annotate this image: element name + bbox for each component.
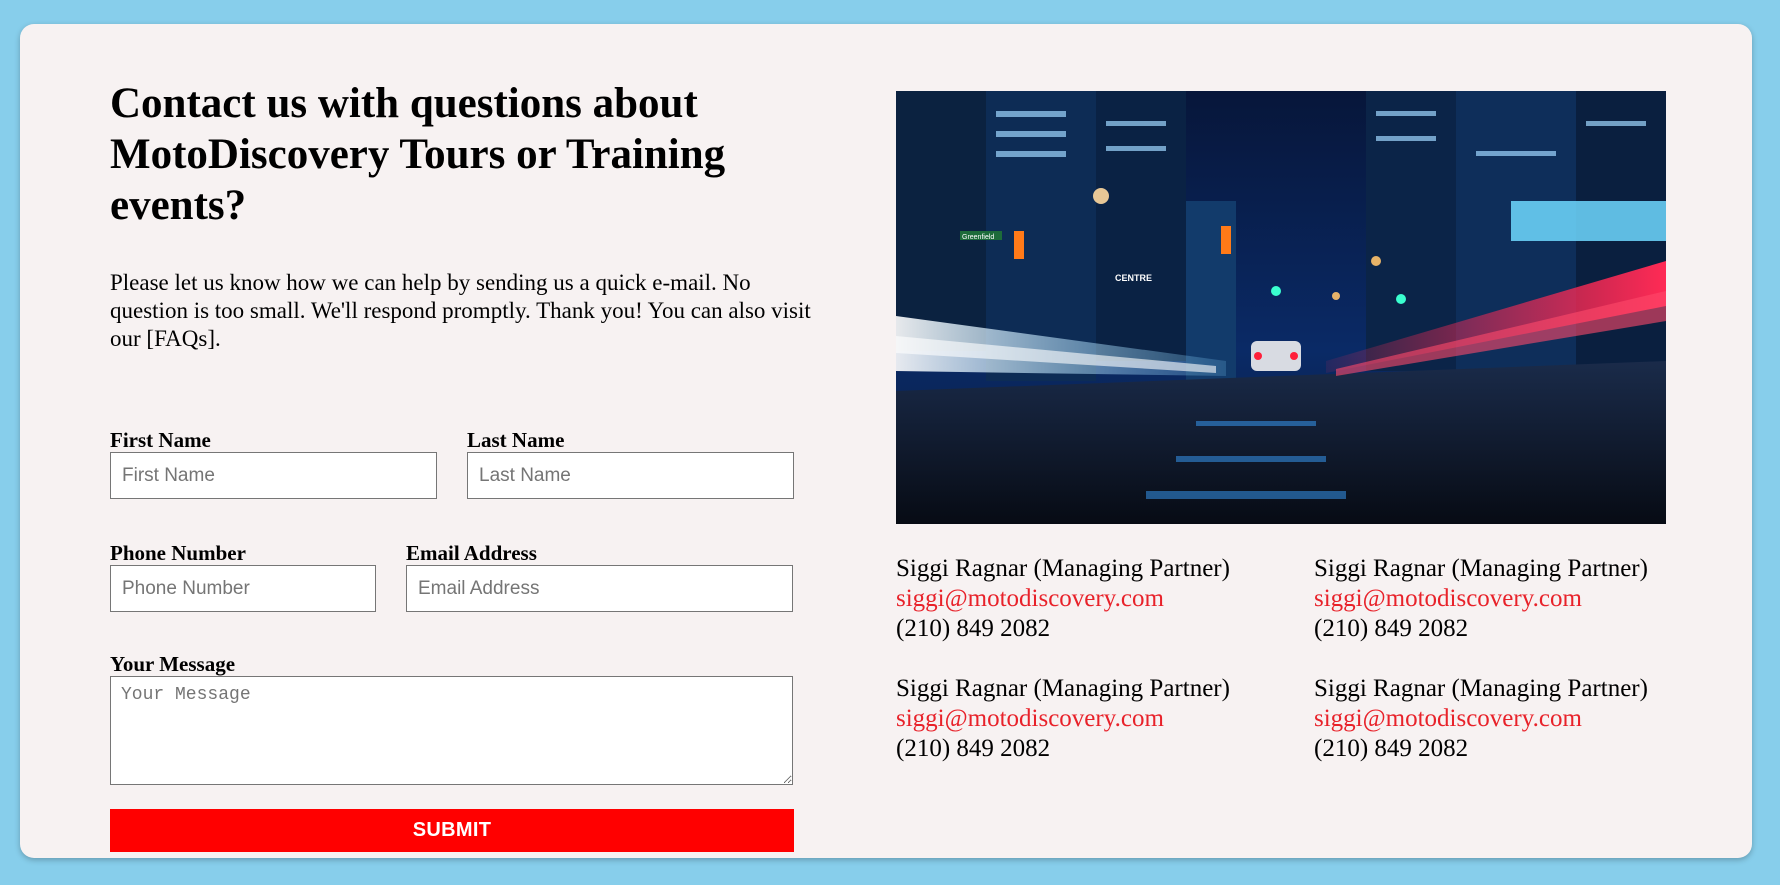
contact-email-link[interactable]: siggi@motodiscovery.com <box>896 584 1314 614</box>
email-label: Email Address <box>406 541 537 565</box>
message-textarea[interactable] <box>110 676 793 785</box>
contact-phone: (210) 849 2082 <box>896 735 1051 762</box>
email-input[interactable] <box>406 565 793 612</box>
contact-name: Siggi Ragnar (Managing Partner) <box>896 675 1230 702</box>
contact-card-1: Siggi Ragnar (Managing Partner) siggi@mo… <box>896 554 1314 644</box>
contact-name: Siggi Ragnar (Managing Partner) <box>1314 675 1648 702</box>
first-name-input[interactable] <box>110 452 437 499</box>
phone-group: Phone Number <box>110 541 376 612</box>
contact-card-2: Siggi Ragnar (Managing Partner) siggi@mo… <box>1314 554 1714 644</box>
street-sign-text: Greenfield <box>962 234 994 241</box>
last-name-input[interactable] <box>467 452 794 499</box>
contact-name: Siggi Ragnar (Managing Partner) <box>896 555 1230 582</box>
contact-email-link[interactable]: siggi@motodiscovery.com <box>1314 584 1714 614</box>
contact-phone: (210) 849 2082 <box>896 615 1051 642</box>
contact-phone: (210) 849 2082 <box>1314 615 1469 642</box>
contact-email-link[interactable]: siggi@motodiscovery.com <box>896 704 1314 734</box>
last-name-group: Last Name <box>467 428 794 499</box>
first-name-group: First Name <box>110 428 437 499</box>
message-group: Your Message <box>110 652 793 785</box>
phone-label: Phone Number <box>110 541 246 565</box>
last-name-label: Last Name <box>467 428 565 452</box>
message-row: Your Message <box>110 652 793 785</box>
city-night-photo: Greenfield CENTRE <box>896 91 1666 524</box>
contact-form-section: Contact us with questions about MotoDisc… <box>110 78 814 852</box>
first-name-label: First Name <box>110 428 211 452</box>
phone-input[interactable] <box>110 565 376 612</box>
contact-card: Contact us with questions about MotoDisc… <box>20 24 1752 858</box>
contact-email-link[interactable]: siggi@motodiscovery.com <box>1314 704 1714 734</box>
email-group: Email Address <box>406 541 793 612</box>
contact-name: Siggi Ragnar (Managing Partner) <box>1314 555 1648 582</box>
name-row: First Name Last Name <box>110 428 794 499</box>
building-sign-text: CENTRE <box>1115 273 1152 283</box>
contact-card-3: Siggi Ragnar (Managing Partner) siggi@mo… <box>896 674 1314 764</box>
contact-info-row: Phone Number Email Address <box>110 541 793 612</box>
message-label: Your Message <box>110 652 236 676</box>
submit-button[interactable]: SUBMIT <box>110 809 794 852</box>
contact-card-4: Siggi Ragnar (Managing Partner) siggi@mo… <box>1314 674 1714 764</box>
page-title: Contact us with questions about MotoDisc… <box>110 80 726 229</box>
contact-phone: (210) 849 2082 <box>1314 735 1469 762</box>
intro-text: Please let us know how we can help by se… <box>110 270 811 351</box>
contacts-grid: Siggi Ragnar (Managing Partner) siggi@mo… <box>896 554 1716 764</box>
